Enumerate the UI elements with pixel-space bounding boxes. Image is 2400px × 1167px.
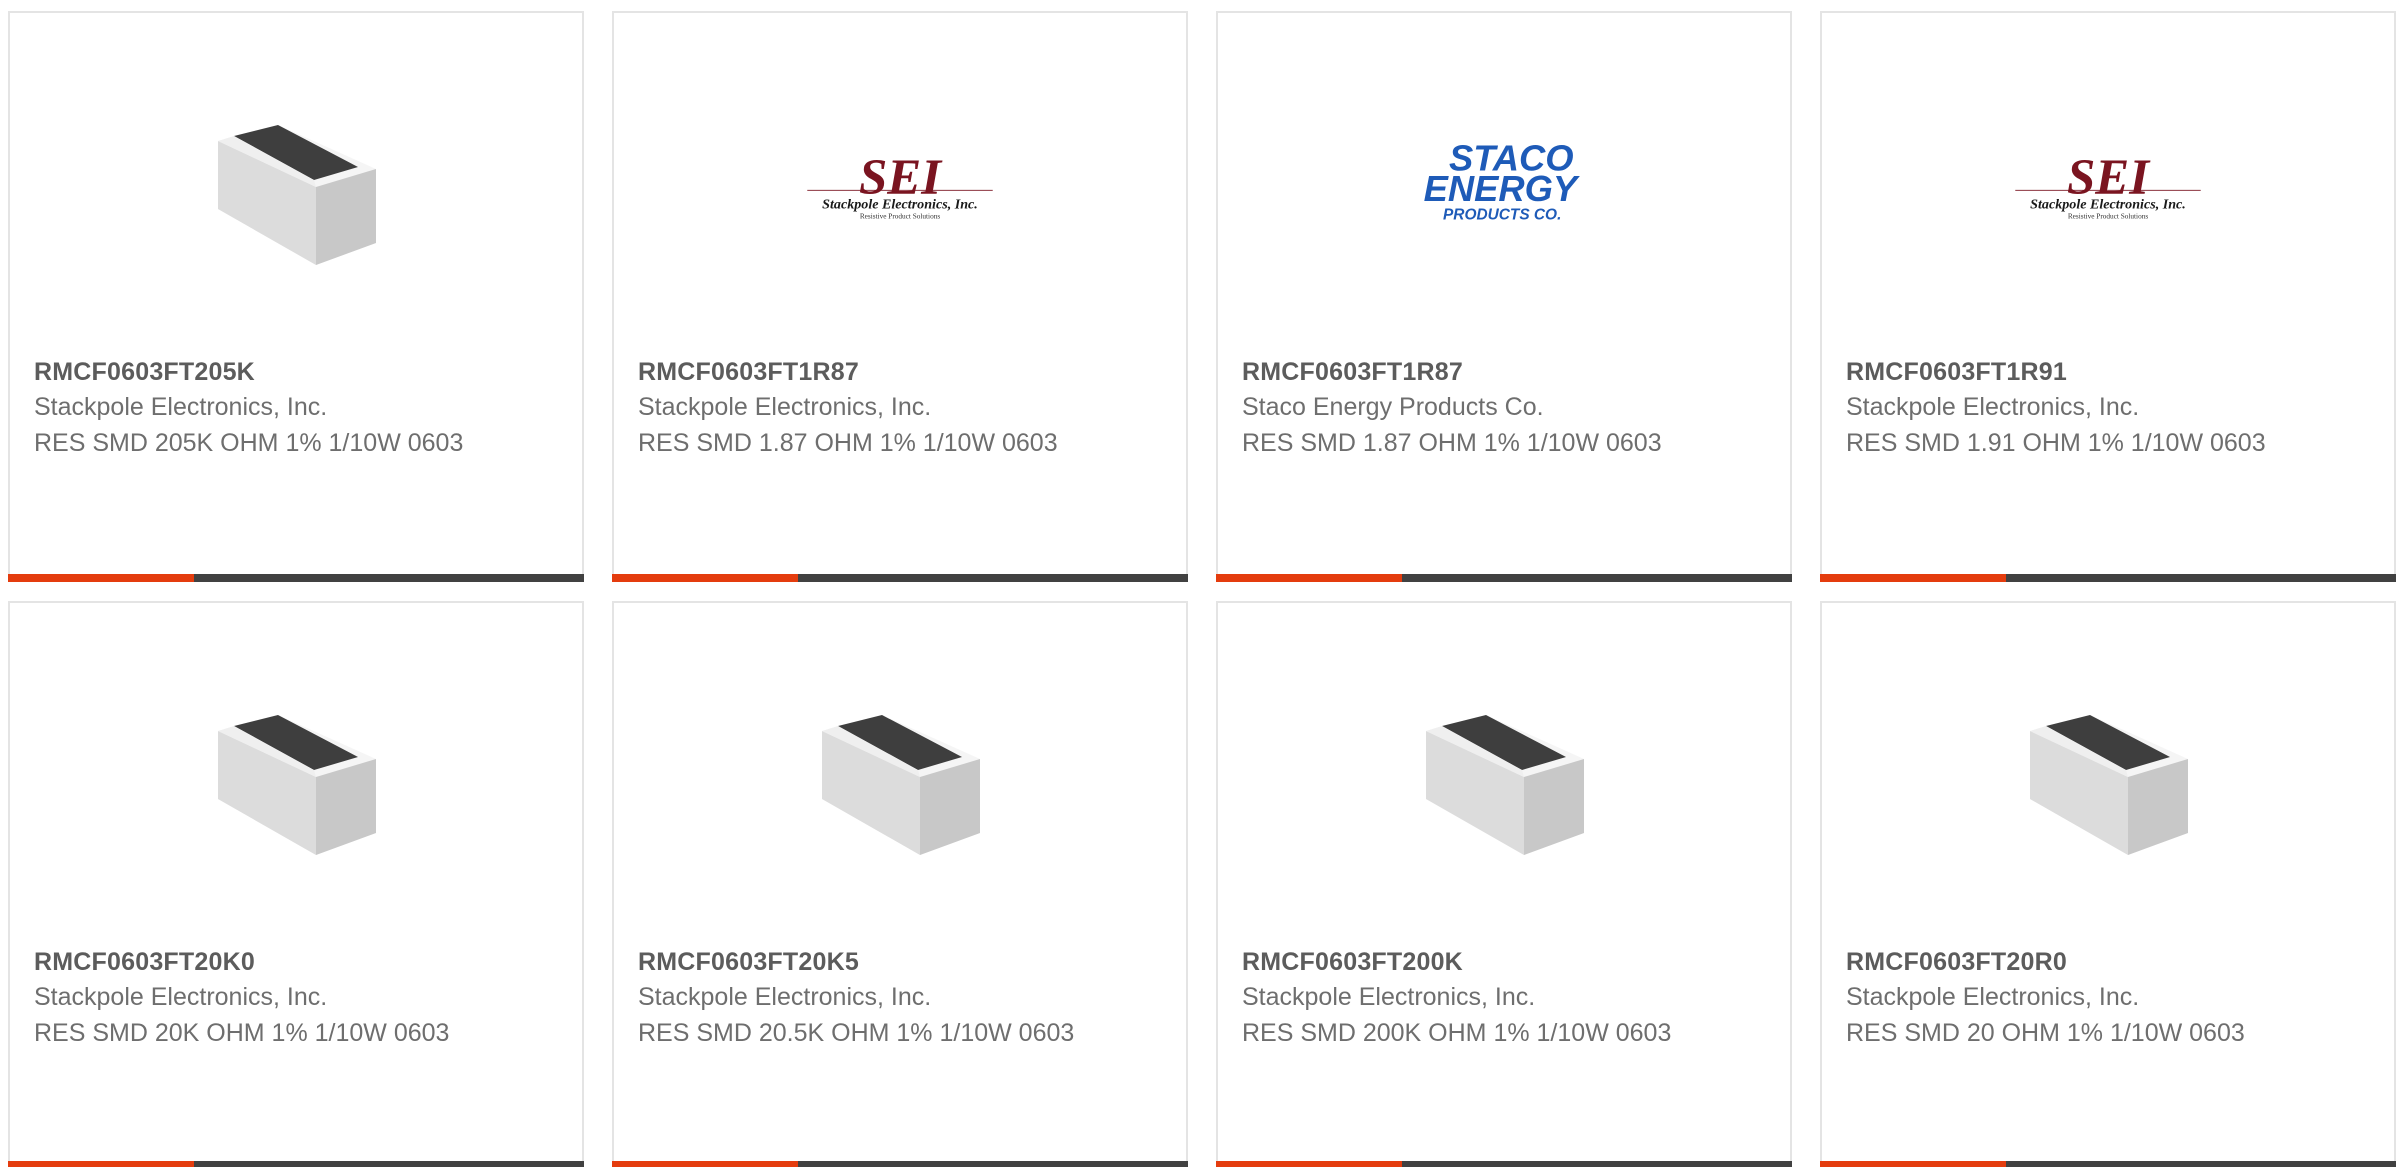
product-info: RMCF0603FT20R0 Stackpole Electronics, In… xyxy=(1846,945,2370,1051)
manufacturer-name: Stackpole Electronics, Inc. xyxy=(34,393,328,421)
product-image[interactable] xyxy=(196,673,396,873)
product-description: RES SMD 20K OHM 1% 1/10W 0603 xyxy=(34,1019,450,1047)
sei-logo-name: Stackpole Electronics, Inc. xyxy=(822,196,978,212)
product-info: RMCF0603FT1R91 Stackpole Electronics, In… xyxy=(1846,355,2370,461)
card-footer-bar xyxy=(8,1161,584,1167)
resistor-chip-icon xyxy=(822,715,980,855)
product-info: RMCF0603FT200K Stackpole Electronics, In… xyxy=(1242,945,1766,1051)
product-card[interactable]: SEI Stackpole Electronics, Inc. Resistiv… xyxy=(1820,11,2396,582)
card-accent-bar xyxy=(1216,574,1402,582)
product-description: RES SMD 1.87 OHM 1% 1/10W 0603 xyxy=(1242,429,1662,457)
part-number[interactable]: RMCF0603FT205K xyxy=(34,355,558,389)
part-number[interactable]: RMCF0603FT20K0 xyxy=(34,945,558,979)
product-description: RES SMD 1.91 OHM 1% 1/10W 0603 xyxy=(1846,429,2266,457)
product-card[interactable]: RMCF0603FT20K5 Stackpole Electronics, In… xyxy=(612,601,1188,1167)
product-card[interactable]: RMCF0603FT20K0 Stackpole Electronics, In… xyxy=(8,601,584,1167)
resistor-chip-icon xyxy=(218,715,376,855)
card-footer-bar xyxy=(8,574,584,582)
staco-logo-line3: PRODUCTS CO. xyxy=(1443,206,1561,223)
product-card[interactable]: RMCF0603FT200K Stackpole Electronics, In… xyxy=(1216,601,1792,1167)
product-image[interactable] xyxy=(196,83,396,283)
card-accent-bar xyxy=(612,574,798,582)
product-info: RMCF0603FT1R87 Staco Energy Products Co.… xyxy=(1242,355,1766,461)
product-image[interactable]: SEI Stackpole Electronics, Inc. Resistiv… xyxy=(800,83,1000,283)
manufacturer-name: Stackpole Electronics, Inc. xyxy=(1846,393,2140,421)
product-card[interactable]: RMCF0603FT205K Stackpole Electronics, In… xyxy=(8,11,584,582)
manufacturer-name: Stackpole Electronics, Inc. xyxy=(34,983,328,1011)
part-number[interactable]: RMCF0603FT1R87 xyxy=(1242,355,1766,389)
part-number[interactable]: RMCF0603FT1R91 xyxy=(1846,355,2370,389)
manufacturer-name: Stackpole Electronics, Inc. xyxy=(1846,983,2140,1011)
card-accent-bar xyxy=(8,574,194,582)
part-number[interactable]: RMCF0603FT20K5 xyxy=(638,945,1162,979)
manufacturer-name: Stackpole Electronics, Inc. xyxy=(638,393,932,421)
product-image[interactable]: STACO ENERGY PRODUCTS CO. xyxy=(1404,83,1604,283)
product-description: RES SMD 205K OHM 1% 1/10W 0603 xyxy=(34,429,464,457)
product-image[interactable] xyxy=(2008,673,2208,873)
card-footer-bar xyxy=(1820,1161,2396,1167)
product-image[interactable]: SEI Stackpole Electronics, Inc. Resistiv… xyxy=(2008,83,2208,283)
sei-logo-name: Stackpole Electronics, Inc. xyxy=(2030,196,2186,212)
product-info: RMCF0603FT205K Stackpole Electronics, In… xyxy=(34,355,558,461)
manufacturer-name: Stackpole Electronics, Inc. xyxy=(638,983,932,1011)
product-grid: RMCF0603FT205K Stackpole Electronics, In… xyxy=(0,0,2400,1167)
part-number[interactable]: RMCF0603FT20R0 xyxy=(1846,945,2370,979)
staco-logo-line2: ENERGY xyxy=(1424,168,1580,209)
product-image[interactable] xyxy=(1404,673,1604,873)
card-accent-bar xyxy=(612,1161,798,1167)
sei-logo-icon: SEI Stackpole Electronics, Inc. Resistiv… xyxy=(2015,150,2201,220)
part-number[interactable]: RMCF0603FT200K xyxy=(1242,945,1766,979)
sei-logo-tagline: Resistive Product Solutions xyxy=(860,212,941,220)
staco-logo-icon: STACO ENERGY PRODUCTS CO. xyxy=(1424,137,1580,223)
manufacturer-name: Stackpole Electronics, Inc. xyxy=(1242,983,1536,1011)
card-footer-bar xyxy=(1820,574,2396,582)
card-accent-bar xyxy=(1216,1161,1402,1167)
product-info: RMCF0603FT1R87 Stackpole Electronics, In… xyxy=(638,355,1162,461)
card-accent-bar xyxy=(1820,574,2006,582)
product-card[interactable]: SEI Stackpole Electronics, Inc. Resistiv… xyxy=(612,11,1188,582)
card-accent-bar xyxy=(1820,1161,2006,1167)
product-description: RES SMD 200K OHM 1% 1/10W 0603 xyxy=(1242,1019,1672,1047)
card-footer-bar xyxy=(612,1161,1188,1167)
card-footer-bar xyxy=(612,574,1188,582)
product-description: RES SMD 1.87 OHM 1% 1/10W 0603 xyxy=(638,429,1058,457)
product-info: RMCF0603FT20K5 Stackpole Electronics, In… xyxy=(638,945,1162,1051)
product-card[interactable]: RMCF0603FT20R0 Stackpole Electronics, In… xyxy=(1820,601,2396,1167)
sei-logo-tagline: Resistive Product Solutions xyxy=(2068,212,2149,220)
manufacturer-name: Staco Energy Products Co. xyxy=(1242,393,1544,421)
product-description: RES SMD 20.5K OHM 1% 1/10W 0603 xyxy=(638,1019,1075,1047)
product-info: RMCF0603FT20K0 Stackpole Electronics, In… xyxy=(34,945,558,1051)
product-description: RES SMD 20 OHM 1% 1/10W 0603 xyxy=(1846,1019,2245,1047)
card-footer-bar xyxy=(1216,1161,1792,1167)
resistor-chip-icon xyxy=(218,125,376,265)
resistor-chip-icon xyxy=(1426,715,1584,855)
product-card[interactable]: STACO ENERGY PRODUCTS CO. RMCF0603FT1R87… xyxy=(1216,11,1792,582)
part-number[interactable]: RMCF0603FT1R87 xyxy=(638,355,1162,389)
card-accent-bar xyxy=(8,1161,194,1167)
product-image[interactable] xyxy=(800,673,1000,873)
sei-logo-icon: SEI Stackpole Electronics, Inc. Resistiv… xyxy=(807,150,993,220)
resistor-chip-icon xyxy=(2030,715,2188,855)
card-footer-bar xyxy=(1216,574,1792,582)
